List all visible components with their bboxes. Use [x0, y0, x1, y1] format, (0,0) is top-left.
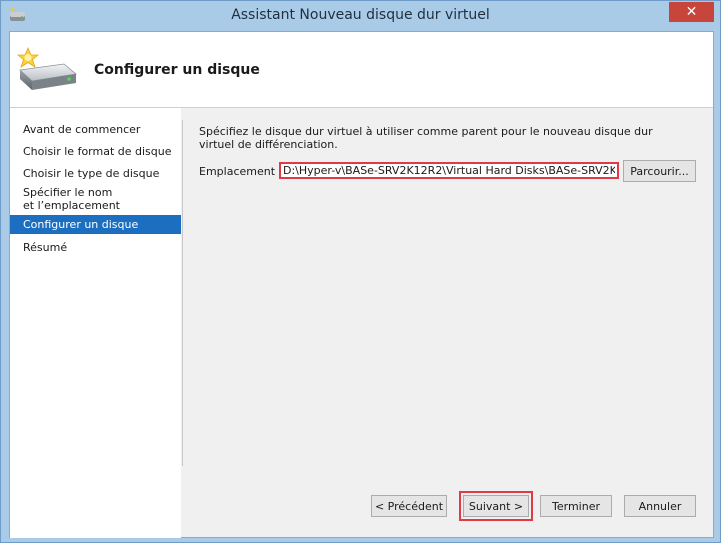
nav-item-avant-de-commencer[interactable]: Avant de commencer — [10, 123, 181, 136]
wizard-nav: Avant de commencer Choisir le format de … — [10, 108, 181, 538]
wizard-header: Configurer un disque — [10, 32, 713, 108]
disk-wizard-icon — [16, 46, 77, 90]
finish-button[interactable]: Terminer — [540, 495, 612, 517]
main-panel: Spécifiez le disque dur virtuel à utilis… — [183, 108, 713, 468]
instruction-text: Spécifiez le disque dur virtuel à utilis… — [199, 125, 653, 151]
title-bar[interactable]: Assistant Nouveau disque dur virtuel ✕ — [1, 1, 720, 31]
wizard-client: Configurer un disque Avant de commencer … — [9, 31, 714, 538]
page-title: Configurer un disque — [94, 62, 260, 78]
location-input[interactable] — [279, 162, 619, 179]
nav-item-resume[interactable]: Résumé — [10, 241, 181, 254]
nav-item-configurer-disque[interactable]: Configurer un disque — [10, 215, 181, 234]
window-title: Assistant Nouveau disque dur virtuel — [231, 7, 490, 23]
nav-item-choisir-type[interactable]: Choisir le type de disque — [10, 167, 181, 180]
wizard-window: Assistant Nouveau disque dur virtuel ✕ C… — [0, 0, 721, 543]
previous-button[interactable]: < Précédent — [371, 495, 447, 517]
nav-item-choisir-format[interactable]: Choisir le format de disque — [10, 145, 181, 158]
nav-item-specifier-nom[interactable]: Spécifier le nom et l’emplacement — [10, 186, 181, 212]
cancel-button[interactable]: Annuler — [624, 495, 696, 517]
browse-button[interactable]: Parcourir... — [623, 160, 696, 182]
close-button[interactable]: ✕ — [669, 2, 714, 22]
next-button[interactable]: Suivant > — [459, 491, 533, 521]
location-label: Emplacement : — [199, 165, 283, 178]
